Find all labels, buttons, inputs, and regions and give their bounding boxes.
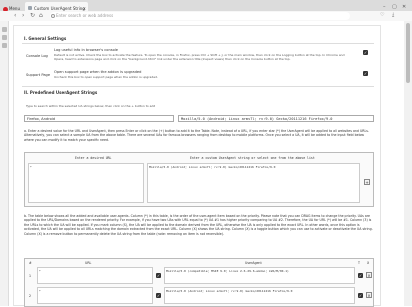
window-close-button[interactable]: ✕ [402, 4, 406, 10]
ua-category-select[interactable]: Firefox, Android [24, 115, 174, 122]
url-column-header: Enter a desired URL [75, 156, 112, 160]
row-number: 2 [29, 294, 32, 298]
console-log-heading: Log useful info in browser's console [54, 48, 119, 52]
page-scrollbar[interactable] [404, 21, 412, 306]
row-ua-input[interactable]: Mozilla/5.0 (Android; Linux armv7l; rv:9… [164, 287, 355, 304]
speed-dial-icon[interactable] [2, 27, 7, 32]
forward-button[interactable]: › [22, 12, 24, 20]
scrollbar-thumb[interactable] [406, 23, 410, 83]
row-url-input[interactable]: * [37, 267, 153, 284]
tab-favicon-icon [28, 6, 32, 10]
divider [22, 43, 374, 44]
section-b-instructions: b. The table below shows all the added a… [24, 214, 373, 236]
row-remove-button[interactable]: × [366, 272, 372, 278]
back-button[interactable]: ‹ [14, 12, 16, 20]
col-useragent-header: UserAgent [245, 261, 262, 265]
support-page-description: Uncheck this box to open support page wh… [54, 75, 158, 79]
add-ua-table: Enter a desired URL Enter a custom UserA… [24, 152, 374, 207]
console-log-description: Default is not active. Check the box to … [54, 53, 345, 61]
section-a-instructions: a. Enter a desired value for the URL and… [24, 129, 369, 142]
support-page-checkbox[interactable]: ✓ [363, 71, 368, 76]
col-remove-header: X [367, 261, 370, 265]
download-icon[interactable]: ⤓ [392, 12, 394, 18]
predefined-title: II. Predefined UserAgent Strings [24, 90, 98, 95]
browser-toolbar: ‹ › ↻ ⌂ Enter search or web address ♡ ⤓ [0, 11, 412, 21]
col-toggle-header: T [358, 261, 360, 265]
address-placeholder: Enter search or web address [56, 13, 114, 18]
reload-button[interactable]: ↻ [30, 12, 35, 20]
heart-icon[interactable]: ♡ [380, 12, 384, 18]
row-domain-checkbox[interactable]: ✓ [156, 273, 161, 278]
col-url-header: URL [85, 261, 92, 265]
window-minimize-button[interactable]: – [383, 4, 386, 10]
options-page: I. General Settings Console Log Log usef… [13, 25, 381, 307]
support-page-heading: Open support page when the addon is upgr… [54, 70, 142, 74]
address-bar[interactable]: Enter search or web address [50, 12, 350, 20]
browser-sidebar [0, 21, 9, 306]
console-log-checkbox[interactable]: ✓ [363, 50, 368, 55]
divider [22, 86, 374, 87]
add-ua-button[interactable]: + [364, 179, 370, 185]
url-input[interactable]: * [28, 163, 144, 203]
ua-list-table: # URL UserAgent T X 1 * ✓ Mozilla/5.0 (c… [24, 258, 374, 307]
ua-string-select[interactable]: Mozilla/5.0 (Android; Linux armv7l; rv:9… [178, 115, 374, 122]
row-remove-button[interactable]: × [366, 292, 372, 298]
predefined-hint: Type to search within the selected UA st… [26, 104, 156, 108]
ua-column-header: Enter a custom UserAgent string or selec… [190, 156, 315, 160]
history-icon[interactable] [2, 43, 7, 48]
ua-input[interactable]: Mozilla/5.0 (Android; Linux armv7l; rv:9… [147, 163, 360, 203]
console-log-label: Console Log [26, 54, 48, 58]
home-button[interactable]: ⌂ [39, 12, 43, 20]
bookmarks-icon[interactable] [2, 35, 7, 40]
col-number-header: # [29, 261, 32, 265]
row-url-input[interactable]: * [37, 287, 153, 304]
row-toggle-checkbox[interactable]: ✓ [358, 293, 363, 298]
row-toggle-checkbox[interactable]: ✓ [358, 273, 363, 278]
window-maximize-button[interactable]: ▢ [392, 4, 397, 10]
support-page-label: Support Page [26, 73, 51, 77]
row-ua-input[interactable]: Mozilla/5.0 (compatible; MSIE 9.0; Linux… [164, 267, 355, 284]
row-number: 1 [29, 274, 32, 278]
general-settings-title: I. General Settings [24, 36, 67, 41]
row-domain-checkbox[interactable]: ✓ [156, 293, 161, 298]
globe-icon [51, 14, 55, 18]
